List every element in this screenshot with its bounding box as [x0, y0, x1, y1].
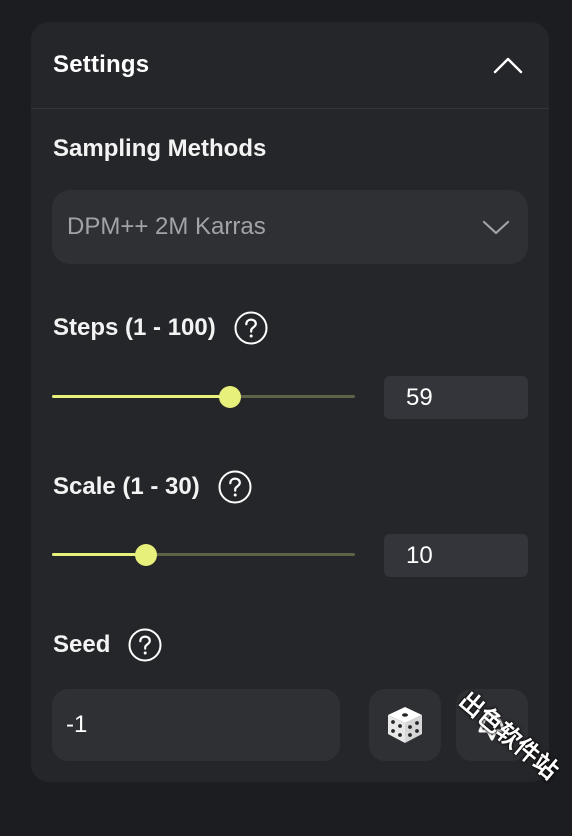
- seed-input[interactable]: [52, 689, 340, 761]
- settings-title: Settings: [53, 51, 150, 78]
- chevron-up-icon[interactable]: [491, 52, 525, 78]
- steps-label-text: Steps (1 - 100): [53, 314, 216, 341]
- steps-slider-thumb[interactable]: [218, 386, 241, 408]
- question-circle-icon[interactable]: [218, 470, 252, 504]
- sampling-methods-text: Sampling Methods: [53, 135, 267, 162]
- scale-slider[interactable]: [52, 544, 355, 566]
- seed-label: Seed: [53, 628, 162, 662]
- sampling-method-value: DPM++ 2M Karras: [67, 213, 266, 240]
- sampling-methods-label: Sampling Methods: [53, 135, 266, 163]
- steps-input[interactable]: [384, 376, 528, 419]
- steps-slider-fill: [52, 395, 230, 398]
- scale-label: Scale (1 - 30): [53, 470, 252, 504]
- chevron-down-icon: [482, 220, 510, 235]
- settings-header[interactable]: Settings: [31, 22, 549, 109]
- steps-slider[interactable]: [52, 386, 355, 408]
- dice-icon: [388, 707, 422, 743]
- question-circle-icon[interactable]: [234, 311, 268, 345]
- scale-slider-fill: [52, 553, 147, 556]
- steps-label: Steps (1 - 100): [53, 311, 268, 345]
- settings-panel: Settings Sampling Methods DPM++ 2M Karra…: [31, 22, 549, 782]
- scale-slider-thumb[interactable]: [135, 544, 158, 566]
- sampling-method-select[interactable]: DPM++ 2M Karras: [52, 190, 528, 264]
- question-circle-icon[interactable]: [128, 628, 162, 662]
- scale-input[interactable]: [384, 534, 528, 577]
- scale-label-text: Scale (1 - 30): [53, 473, 200, 500]
- seed-label-text: Seed: [53, 631, 111, 658]
